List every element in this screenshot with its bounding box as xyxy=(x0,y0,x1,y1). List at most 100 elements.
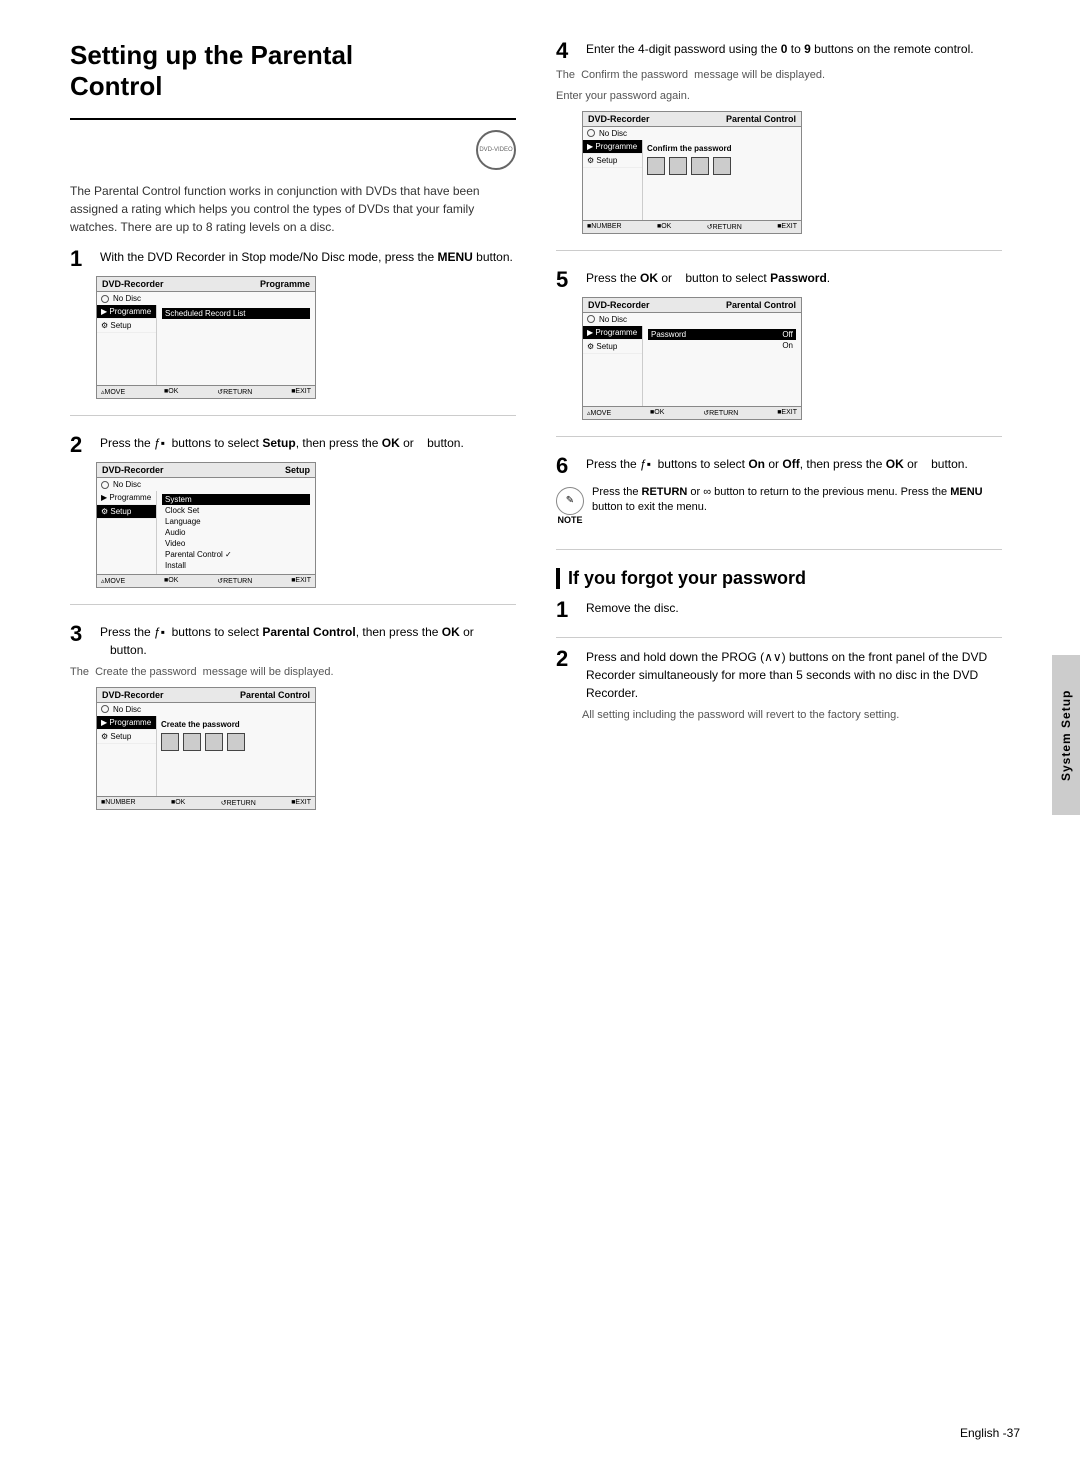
step-1-screen-body: ▶ Programme ⚙ Setup Scheduled Record Lis… xyxy=(97,305,315,385)
step-5-header: 5 Press the OK or button to select Passw… xyxy=(556,269,1002,291)
step-5-right-options: Off On xyxy=(779,329,796,351)
forgot-section: If you forgot your password 1 Remove the… xyxy=(556,568,1002,745)
left-column: Setting up the Parental Control DVD-VIDE… xyxy=(70,40,516,1410)
step-2-block: 2 Press the ƒ▪ buttons to select Setup, … xyxy=(70,434,516,605)
step-6-text: Press the ƒ▪ buttons to select On or Off… xyxy=(586,455,968,473)
step-5-screen-header: DVD-Recorder Parental Control xyxy=(583,298,801,313)
step-2-header: 2 Press the ƒ▪ buttons to select Setup, … xyxy=(70,434,516,456)
note-text: Press the RETURN or ∞ button to return t… xyxy=(592,485,1002,516)
step-2-no-disc: No Disc xyxy=(97,478,315,491)
forgot-step-2-subtext: All setting including the password will … xyxy=(582,708,1002,723)
step-2-parental: Parental Control ✓ xyxy=(162,549,310,560)
forgot-step-1-header: 1 Remove the disc. xyxy=(556,599,1002,621)
step-3-subtext: The Create the password message will be … xyxy=(70,665,516,680)
step-4-confirm-label: Confirm the password xyxy=(647,144,797,153)
step-5-number: 5 xyxy=(556,269,578,291)
step-2-system: System xyxy=(162,494,310,505)
forgot-step-2-number: 2 xyxy=(556,648,578,670)
step-1-number: 1 xyxy=(70,248,92,270)
step-2-right-content: System Clock Set Language Audio Video Pa… xyxy=(157,491,315,574)
step-1-scheduled: Scheduled Record List xyxy=(162,308,310,319)
step-2-text: Press the ƒ▪ buttons to select Setup, th… xyxy=(100,434,464,452)
step-3-programme: ▶ Programme xyxy=(97,716,156,730)
step-4-programme: ▶ Programme xyxy=(583,140,642,154)
step-3-block: 3 Press the ƒ▪ buttons to select Parenta… xyxy=(70,623,516,825)
step-4-password-boxes xyxy=(647,157,797,175)
pwd-box-c3 xyxy=(691,157,709,175)
step-2-left-menu: ▶ Programme ⚙ Setup xyxy=(97,491,157,574)
pwd-box-c4 xyxy=(713,157,731,175)
step-1-screen: DVD-Recorder Programme No Disc ▶ Program… xyxy=(96,276,316,399)
step-3-right-content: Create the password xyxy=(157,716,315,796)
step-2-screen: DVD-Recorder Setup No Disc ▶ Programme ⚙… xyxy=(96,462,316,588)
step-5-left-menu: ▶ Programme ⚙ Setup xyxy=(583,326,643,406)
step-6-header: 6 Press the ƒ▪ buttons to select On or O… xyxy=(556,455,1002,477)
step-5-setup: ⚙ Setup xyxy=(583,340,642,354)
forgot-step-1: 1 Remove the disc. xyxy=(556,599,1002,638)
step-6-block: 6 Press the ƒ▪ buttons to select On or O… xyxy=(556,455,1002,550)
pwd-box-1 xyxy=(161,733,179,751)
step-4-header: 4 Enter the 4-digit password using the 0… xyxy=(556,40,1002,62)
step-3-number: 3 xyxy=(70,623,92,645)
step-3-setup: ⚙ Setup xyxy=(97,730,156,744)
pwd-box-2 xyxy=(183,733,201,751)
step-5-right-content: Password Off On xyxy=(643,326,801,406)
pwd-box-3 xyxy=(205,733,223,751)
step-1-screen-header: DVD-Recorder Programme xyxy=(97,277,315,292)
step-2-number: 2 xyxy=(70,434,92,456)
disc-circle-icon-4 xyxy=(587,129,595,137)
step-1-no-disc: No Disc xyxy=(97,292,315,305)
disc-circle-icon xyxy=(101,295,109,303)
note-icon-container: ✎ NOTE xyxy=(556,485,584,525)
step-5-off-option: Off xyxy=(779,329,796,340)
step-3-screen: DVD-Recorder Parental Control No Disc ▶ … xyxy=(96,687,316,810)
step-4-no-disc: No Disc xyxy=(583,127,801,140)
step-4-screen-body: ▶ Programme ⚙ Setup Confirm the password xyxy=(583,140,801,220)
step-1-header: 1 With the DVD Recorder in Stop mode/No … xyxy=(70,248,516,270)
step-1-block: 1 With the DVD Recorder in Stop mode/No … xyxy=(70,248,516,416)
forgot-step-1-text: Remove the disc. xyxy=(586,599,679,617)
disc-circle-icon-3 xyxy=(101,705,109,713)
step-5-programme: ▶ Programme xyxy=(583,326,642,340)
step-2-setup: ⚙ Setup xyxy=(97,505,156,519)
step-2-video: Video xyxy=(162,538,310,549)
page-footer: English -37 xyxy=(960,1426,1020,1440)
page-title: Setting up the Parental Control xyxy=(70,40,516,102)
step-4-setup: ⚙ Setup xyxy=(583,154,642,168)
step-4-number: 4 xyxy=(556,40,578,62)
step-2-install: Install xyxy=(162,560,310,571)
pwd-box-c2 xyxy=(669,157,687,175)
step-5-screen-footer: ▵MOVE ■OK ↺RETURN ■EXIT xyxy=(583,406,801,419)
disc-circle-icon-5 xyxy=(587,315,595,323)
step-6-number: 6 xyxy=(556,455,578,477)
step-2-programme: ▶ Programme xyxy=(97,491,156,505)
step-5-no-disc: No Disc xyxy=(583,313,801,326)
page-number: English -37 xyxy=(960,1426,1020,1440)
forgot-step-2-header: 2 Press and hold down the PROG (∧∨) butt… xyxy=(556,648,1002,702)
step-4-right-content: Confirm the password xyxy=(643,140,801,220)
step-3-screen-header: DVD-Recorder Parental Control xyxy=(97,688,315,703)
step-4-screen: DVD-Recorder Parental Control No Disc ▶ … xyxy=(582,111,802,234)
step-3-left-menu: ▶ Programme ⚙ Setup xyxy=(97,716,157,796)
dvd-video-icon: DVD-VIDEO xyxy=(476,130,516,170)
step-5-on-option: On xyxy=(779,340,796,351)
step-4-left-menu: ▶ Programme ⚙ Setup xyxy=(583,140,643,220)
step-1-menu-setup: ⚙ Setup xyxy=(97,319,156,333)
step-3-header: 3 Press the ƒ▪ buttons to select Parenta… xyxy=(70,623,516,659)
intro-text: The Parental Control function works in c… xyxy=(70,182,516,236)
step-1-screen-footer: ▵MOVE ■OK ↺RETURN ■EXIT xyxy=(97,385,315,398)
step-2-screen-body: ▶ Programme ⚙ Setup System Clock Set Lan… xyxy=(97,491,315,574)
step-4-screen-footer: ■NUMBER ■OK ↺RETURN ■EXIT xyxy=(583,220,801,233)
right-column: 4 Enter the 4-digit password using the 0… xyxy=(556,40,1002,1410)
pwd-box-c1 xyxy=(647,157,665,175)
step-5-screen-body: ▶ Programme ⚙ Setup Password Off On xyxy=(583,326,801,406)
step-1-right-content: Scheduled Record List xyxy=(157,305,315,385)
step-3-text: Press the ƒ▪ buttons to select Parental … xyxy=(100,623,516,659)
step-2-clockset: Clock Set xyxy=(162,505,310,516)
step-2-audio: Audio xyxy=(162,527,310,538)
note-label: NOTE xyxy=(557,515,582,525)
forgot-step-2-text: Press and hold down the PROG (∧∨) button… xyxy=(586,648,1002,702)
pwd-box-4 xyxy=(227,733,245,751)
sidebar-tab: System Setup xyxy=(1052,655,1080,815)
step-5-text: Press the OK or button to select Passwor… xyxy=(586,269,830,287)
